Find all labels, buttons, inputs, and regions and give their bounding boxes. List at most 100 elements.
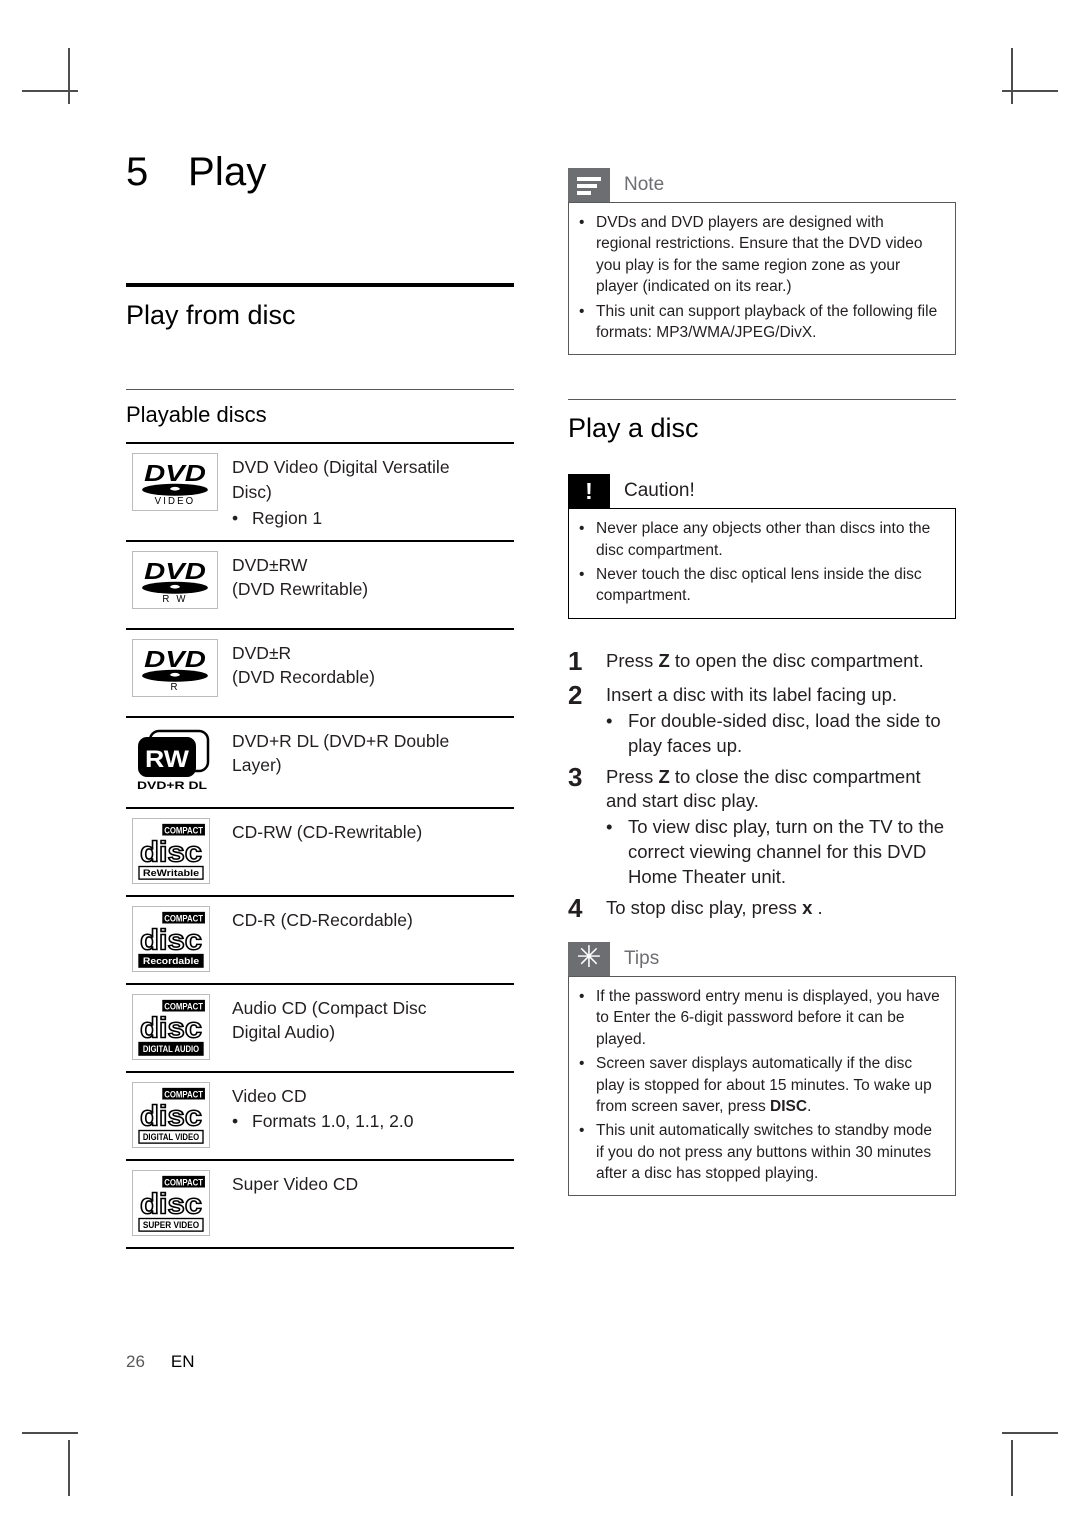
step-text: To stop disc play, press x . <box>606 896 823 918</box>
svg-text:DVD+R DL: DVD+R DL <box>137 780 207 792</box>
disc-description-line: Audio CD (Compact Disc <box>232 997 427 1018</box>
page-footer: 26 EN <box>126 1352 195 1372</box>
play-steps-list: 1 Press Z to open the disc compartment. 2 I… <box>568 645 956 924</box>
svg-text:COMPACT: COMPACT <box>164 1177 203 1187</box>
disc-description-cell: CD-RW (CD-Rewritable) <box>232 818 514 845</box>
cd-digital-video-logo: COMPACTdiscDIGITAL VIDEO <box>132 1081 210 1148</box>
chapter-name: Play <box>188 150 267 194</box>
step-text: Press Z to close the disc compartment an… <box>606 765 921 812</box>
page-language: EN <box>170 1352 195 1371</box>
disc-table-row: DVD R DVD±R (DVD Recordable) <box>126 630 514 718</box>
note-bullet-item: • This unit can support playback of the f… <box>579 301 943 344</box>
caution-box-tab: ! Caution! <box>568 474 956 509</box>
disc-description-line: Disc) <box>232 481 272 502</box>
bullet-glyph: • <box>232 1111 239 1132</box>
tips-box-label: Tips <box>624 948 660 969</box>
svg-text:COMPACT: COMPACT <box>164 1089 203 1099</box>
step-key-glyph: Z <box>658 649 670 671</box>
step-sub-text: To view disc play, turn on the TV to the… <box>628 816 945 887</box>
bullet-text: This unit automatically switches to stan… <box>596 1122 932 1182</box>
disc-description-line: CD-R (CD-Recordable) <box>232 909 413 930</box>
disc-bullet-item: • Region 1 <box>232 506 514 531</box>
cd-digital-audio-logo: COMPACTdiscDIGITAL AUDIO <box>132 993 210 1060</box>
disc-logo-cell: DVD R W <box>126 550 232 609</box>
disc-table-row: RW DVD+R DL DVD+R DL (DVD+R Double Layer) <box>126 718 514 809</box>
bullet-text: Screen saver displays automatically if t… <box>596 1055 932 1115</box>
caution-bullet-item: • Never place any objects other than disc… <box>579 518 943 561</box>
disc-description-line: Super Video CD <box>232 1173 359 1194</box>
chapter-title: 5 Play <box>126 150 514 195</box>
dvd-video-logo: DVD VIDEO <box>132 453 218 511</box>
disc-logo-cell: COMPACT disc Recordable <box>126 905 232 972</box>
crop-mark-bottom-right-vertical <box>1011 1440 1013 1496</box>
cd-recordable-logo: COMPACTdiscRecordable <box>132 905 210 972</box>
disc-description-line: CD-RW (CD-Rewritable) <box>232 821 423 842</box>
disc-table-row: COMPACT disc SUPER VIDEO Super Video CD <box>126 1161 514 1249</box>
disc-description-line: (DVD Rewritable) <box>232 579 369 600</box>
note-bullet-item: • DVDs and DVD players are designed with … <box>579 212 943 298</box>
crop-mark-top-right-vertical <box>1011 48 1013 104</box>
crop-mark-bottom-right-horizontal <box>1002 1432 1058 1434</box>
disc-description-cell: DVD+R DL (DVD+R Double Layer) <box>232 727 514 779</box>
play-step: 3 Press Z to close the disc compartment a… <box>568 761 956 890</box>
bullet-text: If the password entry menu is displayed,… <box>596 988 940 1048</box>
note-lines-icon <box>568 168 610 202</box>
bullet-text: DVDs and DVD players are designed with r… <box>596 214 923 296</box>
tips-bullet-item: • This unit automatically switches to sta… <box>579 1120 943 1184</box>
disc-logo-cell: DVD VIDEO <box>126 453 232 511</box>
asterisk-icon: ✳ <box>568 941 610 976</box>
disc-table-row: COMPACT disc DIGITAL AUDIO Audio CD (Compac… <box>126 985 514 1073</box>
step-text: Press Z to open the disc compartment. <box>606 649 924 671</box>
tips-bullet-item: • Screen saver displays automatically if … <box>579 1053 943 1117</box>
bullet-glyph: • <box>579 566 585 583</box>
step-body: To stop disc play, press x . <box>606 892 956 925</box>
svg-text:DIGITAL AUDIO: DIGITAL AUDIO <box>143 1044 199 1054</box>
section-rule-thick <box>126 283 514 287</box>
step-number: 2 <box>568 680 583 711</box>
bullet-text: This unit can support playback of the fo… <box>596 302 938 341</box>
crop-mark-top-left-vertical <box>68 48 70 104</box>
svg-text:DVD: DVD <box>144 646 206 672</box>
dvd-r-logo: DVD R <box>132 638 218 697</box>
disc-logo-cell: COMPACT disc ReWritable <box>126 817 232 884</box>
disc-table-row: DVD VIDEO DVD Video (Digital Versatile Disc… <box>126 444 514 542</box>
disc-table-row: COMPACT disc Recordable CD-R (CD-Recordable… <box>126 897 514 985</box>
bullet-glyph: • <box>579 1055 585 1073</box>
cd-super-video-logo: COMPACTdiscSUPER VIDEO <box>132 1169 210 1236</box>
caution-box: ! Caution! • Never place any objects othe… <box>568 474 956 619</box>
tips-bullet-item: • If the password entry menu is displayed… <box>579 986 943 1050</box>
disc-description-cell: DVD±R (DVD Recordable) <box>232 639 514 691</box>
dvd-rw-logo: DVD R W <box>132 550 218 609</box>
step-body: Insert a disc with its label facing up. •… <box>606 679 956 758</box>
step-body: Press Z to close the disc compartment an… <box>606 761 956 890</box>
disc-description-line: Video CD <box>232 1085 307 1106</box>
bullet-text: Never touch the disc optical lens inside… <box>596 566 922 605</box>
svg-text:disc: disc <box>140 1012 202 1044</box>
tips-box-body: • If the password entry menu is displayed… <box>568 976 956 1197</box>
step-sub-bullet: • For double-sided disc, load the side to… <box>606 709 956 759</box>
svg-text:R: R <box>170 682 179 693</box>
bullet-glyph: • <box>232 507 239 528</box>
step-key-glyph: Z <box>658 765 670 787</box>
step-text: Insert a disc with its label facing up. <box>606 684 898 706</box>
crop-mark-bottom-left-vertical <box>68 1440 70 1496</box>
disc-table-row: DVD R W DVD±RW (DVD Rewritable) <box>126 542 514 630</box>
disc-logo-cell: COMPACT disc SUPER VIDEO <box>126 1169 232 1236</box>
disc-table-row: COMPACT disc DIGITAL VIDEO Video CD • Formats… <box>126 1073 514 1161</box>
exclamation-icon: ! <box>568 474 610 509</box>
disc-table-row: COMPACT disc ReWritable CD-RW (CD-Rewritabl… <box>126 809 514 897</box>
svg-text:DVD: DVD <box>144 558 206 584</box>
page-number: 26 <box>126 1352 145 1371</box>
svg-text:COMPACT: COMPACT <box>164 1001 203 1011</box>
svg-text:disc: disc <box>140 1188 202 1220</box>
disc-description-cell: CD-R (CD-Recordable) <box>232 906 514 933</box>
step-number: 4 <box>568 892 583 923</box>
right-column: Note • DVDs and DVD players are designed … <box>568 168 956 1197</box>
play-step: 1 Press Z to open the disc compartment. <box>568 645 956 678</box>
bullet-glyph: • <box>579 302 585 320</box>
cd-rewritable-logo: COMPACTdiscReWritable <box>132 817 210 884</box>
note-box-body: • DVDs and DVD players are designed with … <box>568 202 956 356</box>
play-step: 2 Insert a disc with its label facing up.… <box>568 679 956 758</box>
bullet-glyph: • <box>579 520 585 538</box>
section-heading-play-a-disc: Play a disc <box>568 413 699 444</box>
